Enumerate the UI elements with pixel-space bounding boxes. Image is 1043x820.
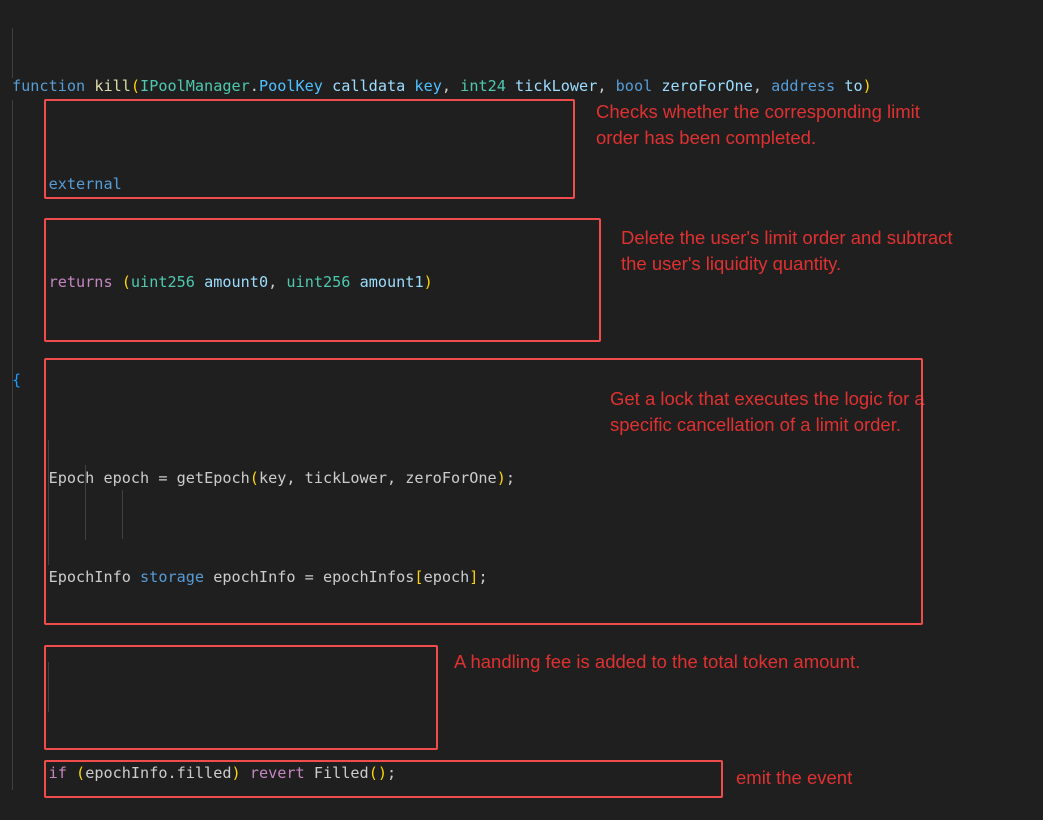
note-epoch-check: Checks whether the corresponding limit o… [596,99,996,151]
code-line: Epoch epoch = getEpoch(key, tickLower, z… [0,466,1043,491]
code-line: EpochInfo storage epochInfo = epochInfos… [0,565,1043,590]
note-emit: emit the event [736,765,936,791]
note-delete-liquidity: Delete the user's limit order and subtra… [621,225,1041,277]
code-screenshot: function kill(IPoolManager.PoolKey calld… [0,0,1043,820]
code-line: external [0,172,1043,197]
note-lock: Get a lock that executes the logic for a… [610,386,1010,438]
code-line: function kill(IPoolManager.PoolKey calld… [0,74,1043,99]
note-fee: A handling fee is added to the total tok… [454,649,974,675]
